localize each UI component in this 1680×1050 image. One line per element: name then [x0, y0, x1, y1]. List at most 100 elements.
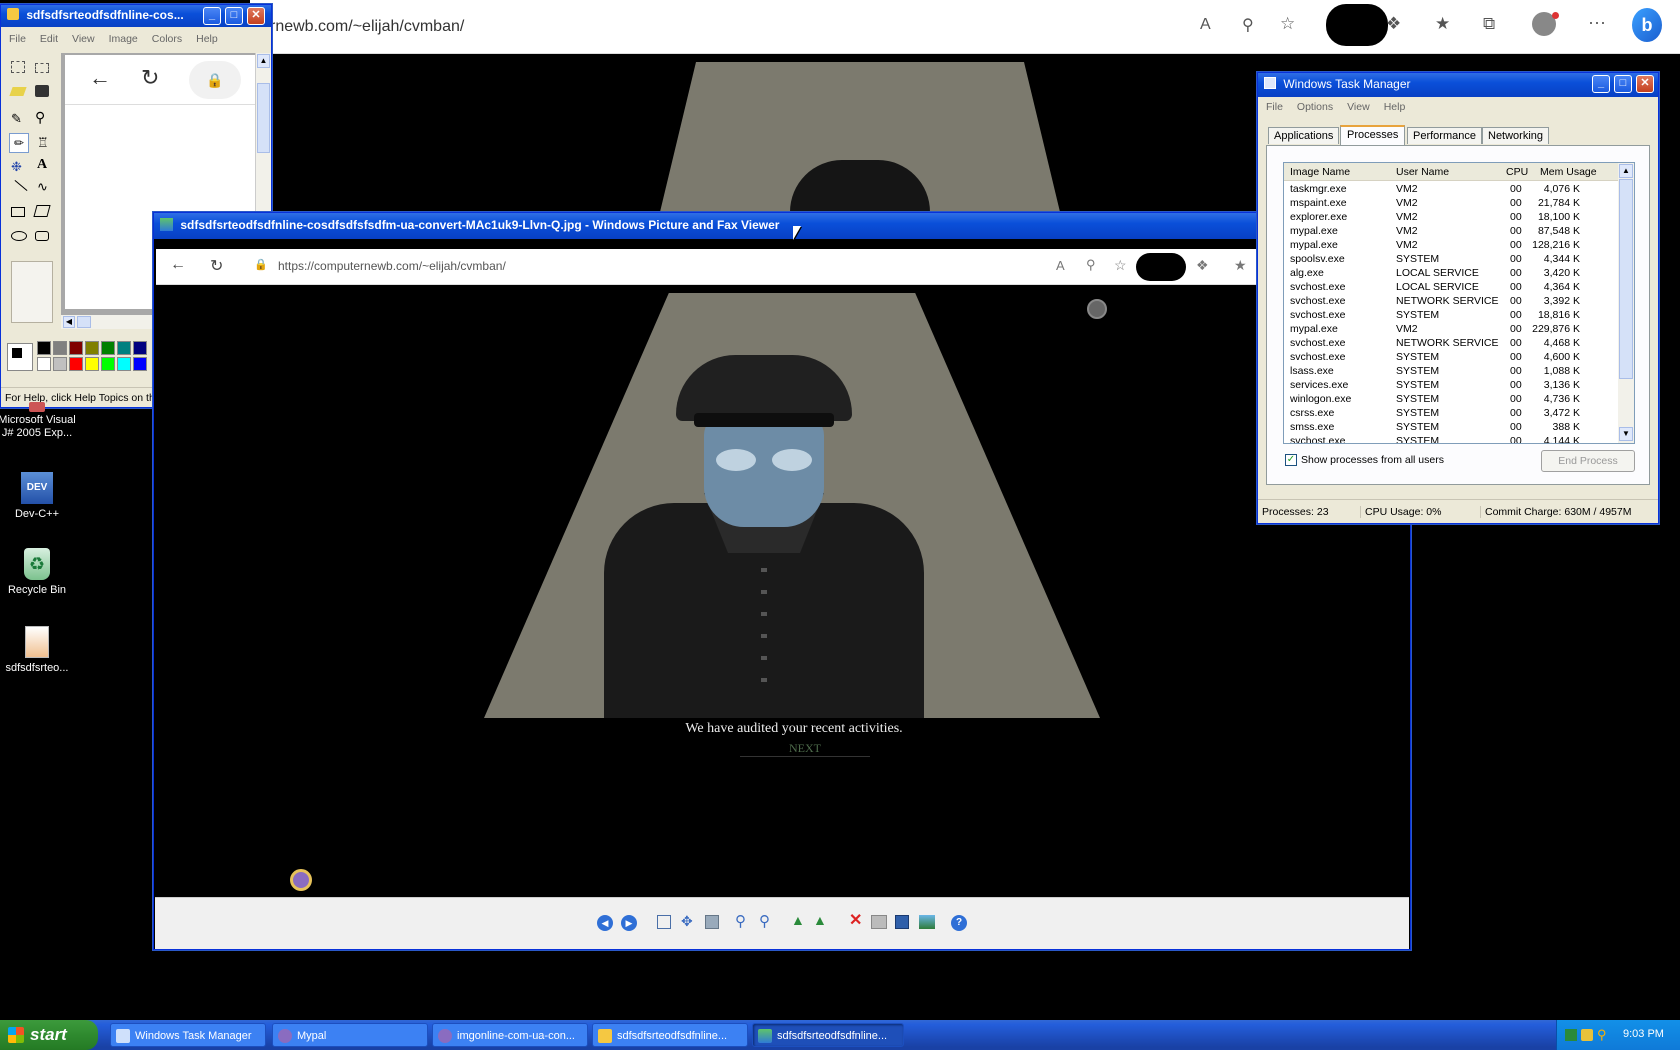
- brush-tool-icon[interactable]: ♖: [37, 135, 49, 151]
- scroll-up-icon[interactable]: ▲: [257, 54, 270, 68]
- scroll-up-icon[interactable]: ▲: [1619, 164, 1633, 178]
- tab-applications[interactable]: Applications: [1268, 127, 1340, 144]
- table-row[interactable]: csrss.exe SYSTEM 00 3,472 K: [1284, 407, 1600, 421]
- save-icon[interactable]: [895, 915, 909, 929]
- taskbar-item-picture-viewer[interactable]: sdfsdfsrteodfsdfnline...: [752, 1023, 904, 1047]
- table-row[interactable]: svchost.exe NETWORK SERVICE 00 3,392 K: [1284, 295, 1600, 309]
- collections-icon[interactable]: ⧉: [1483, 14, 1495, 34]
- menu-options[interactable]: Options: [1297, 101, 1333, 113]
- column-cpu[interactable]: CPU: [1506, 166, 1528, 178]
- scroll-down-icon[interactable]: ▼: [1619, 427, 1633, 441]
- table-row[interactable]: lsass.exe SYSTEM 00 1,088 K: [1284, 365, 1600, 379]
- swatch[interactable]: [133, 341, 147, 355]
- swatch[interactable]: [53, 341, 67, 355]
- swatch[interactable]: [85, 341, 99, 355]
- swatch[interactable]: [53, 357, 67, 371]
- table-row[interactable]: svchost.exe SYSTEM 00 4,144 K: [1284, 435, 1600, 443]
- close-button[interactable]: ✕: [247, 7, 265, 25]
- table-row[interactable]: winlogon.exe SYSTEM 00 4,736 K: [1284, 393, 1600, 407]
- swatch[interactable]: [117, 357, 131, 371]
- table-row[interactable]: smss.exe SYSTEM 00 388 K: [1284, 421, 1600, 435]
- viewer-titlebar[interactable]: sdfsdfsrteodfsdfnline-cosdfsdfsfsdfm-ua-…: [154, 213, 1410, 239]
- rectangle-tool-icon[interactable]: [11, 207, 25, 217]
- tray-security-icon[interactable]: [1581, 1029, 1593, 1041]
- table-row[interactable]: svchost.exe SYSTEM 00 4,600 K: [1284, 351, 1600, 365]
- rotate-clockwise-icon[interactable]: ▲: [791, 912, 805, 928]
- tab-performance[interactable]: Performance: [1407, 127, 1482, 144]
- airbrush-tool-icon[interactable]: ❉: [11, 159, 22, 175]
- swatch[interactable]: [101, 341, 115, 355]
- column-mem-usage[interactable]: Mem Usage: [1540, 166, 1597, 178]
- free-select-tool-icon[interactable]: [11, 61, 25, 73]
- table-row[interactable]: mspaint.exe VM2 00 21,784 K: [1284, 197, 1600, 211]
- taskbar-item-paint[interactable]: sdfsdfsrteodfsdfnline...: [592, 1023, 748, 1047]
- tab-processes[interactable]: Processes: [1340, 125, 1406, 145]
- swatch[interactable]: [117, 341, 131, 355]
- table-row[interactable]: alg.exe LOCAL SERVICE 00 3,420 K: [1284, 267, 1600, 281]
- end-process-button[interactable]: End Process: [1541, 450, 1635, 472]
- rotate-counterclockwise-icon[interactable]: ▲: [813, 912, 827, 928]
- task-manager-titlebar[interactable]: Windows Task Manager _ □ ✕: [1258, 73, 1658, 97]
- table-row[interactable]: svchost.exe SYSTEM 00 18,816 K: [1284, 309, 1600, 323]
- delete-icon[interactable]: ✕: [849, 910, 862, 930]
- column-user-name[interactable]: User Name: [1396, 166, 1449, 178]
- close-button[interactable]: ✕: [1636, 75, 1654, 93]
- slideshow-icon[interactable]: [705, 915, 719, 929]
- menu-file[interactable]: File: [9, 33, 26, 45]
- tool-options-box[interactable]: [11, 261, 53, 323]
- menu-colors[interactable]: Colors: [152, 33, 182, 45]
- ellipse-tool-icon[interactable]: [11, 231, 27, 241]
- swatch[interactable]: [37, 341, 51, 355]
- table-row[interactable]: mypal.exe VM2 00 87,548 K: [1284, 225, 1600, 239]
- desktop-icon-image-file[interactable]: sdfsdfsrteo...: [0, 626, 76, 675]
- swatch[interactable]: [133, 357, 147, 371]
- actual-size-icon[interactable]: ✥: [681, 913, 693, 930]
- table-row[interactable]: explorer.exe VM2 00 18,100 K: [1284, 211, 1600, 225]
- rect-select-tool-icon[interactable]: [35, 63, 49, 73]
- more-icon[interactable]: ···: [1588, 12, 1606, 33]
- text-tool-icon[interactable]: A: [37, 157, 47, 173]
- taskbar-item-imgonline[interactable]: imgonline-com-ua-con...: [432, 1023, 588, 1047]
- tray-network-icon[interactable]: [1565, 1029, 1577, 1041]
- zoom-out-icon[interactable]: ⚲: [759, 912, 770, 930]
- process-list[interactable]: Image Name User Name CPU Mem Usage taskm…: [1283, 162, 1635, 444]
- curve-tool-icon[interactable]: ∿: [37, 179, 48, 195]
- menu-view[interactable]: View: [1347, 101, 1370, 113]
- table-row[interactable]: mypal.exe VM2 00 229,876 K: [1284, 323, 1600, 337]
- minimize-button[interactable]: _: [1592, 75, 1610, 93]
- swatch[interactable]: [69, 357, 83, 371]
- desktop-icon-devcpp[interactable]: DEV Dev-C++: [0, 472, 76, 521]
- favorites-icon[interactable]: ★: [1435, 14, 1450, 34]
- maximize-button[interactable]: □: [1614, 75, 1632, 93]
- eraser-tool-icon[interactable]: [9, 87, 27, 96]
- open-editor-icon[interactable]: [919, 915, 935, 929]
- rounded-rect-tool-icon[interactable]: [35, 231, 49, 241]
- bing-icon[interactable]: b: [1632, 8, 1662, 42]
- scroll-thumb[interactable]: [1619, 179, 1633, 379]
- swatch[interactable]: [69, 341, 83, 355]
- tab-networking[interactable]: Networking: [1482, 127, 1550, 144]
- paint-titlebar[interactable]: sdfsdfsrteodfsdfnline-cos... _ □ ✕: [1, 5, 271, 27]
- scroll-thumb[interactable]: [257, 83, 270, 153]
- menu-help[interactable]: Help: [196, 33, 218, 45]
- table-row[interactable]: services.exe SYSTEM 00 3,136 K: [1284, 379, 1600, 393]
- favorite-add-icon[interactable]: ☆: [1280, 14, 1295, 34]
- menu-file[interactable]: File: [1266, 101, 1283, 113]
- magnifier-tool-icon[interactable]: ⚲: [35, 109, 45, 126]
- print-icon[interactable]: [871, 915, 887, 929]
- pencil-tool-icon[interactable]: ✏: [9, 133, 29, 153]
- clock[interactable]: 9:03 PM: [1623, 1028, 1664, 1040]
- menu-help[interactable]: Help: [1384, 101, 1406, 113]
- menu-view[interactable]: View: [72, 33, 95, 45]
- menu-image[interactable]: Image: [109, 33, 138, 45]
- color-picker-tool-icon[interactable]: ✎: [11, 111, 22, 127]
- zoom-in-icon[interactable]: ⚲: [735, 912, 746, 930]
- previous-image-icon[interactable]: ◀: [597, 915, 613, 931]
- scroll-left-icon[interactable]: ◀: [63, 316, 75, 328]
- table-row[interactable]: spoolsv.exe SYSTEM 00 4,344 K: [1284, 253, 1600, 267]
- best-fit-icon[interactable]: [657, 915, 671, 929]
- hscroll-thumb[interactable]: [77, 316, 91, 328]
- maximize-button[interactable]: □: [225, 7, 243, 25]
- process-list-scrollbar[interactable]: ▲ ▼: [1618, 163, 1634, 443]
- column-image-name[interactable]: Image Name: [1290, 166, 1350, 178]
